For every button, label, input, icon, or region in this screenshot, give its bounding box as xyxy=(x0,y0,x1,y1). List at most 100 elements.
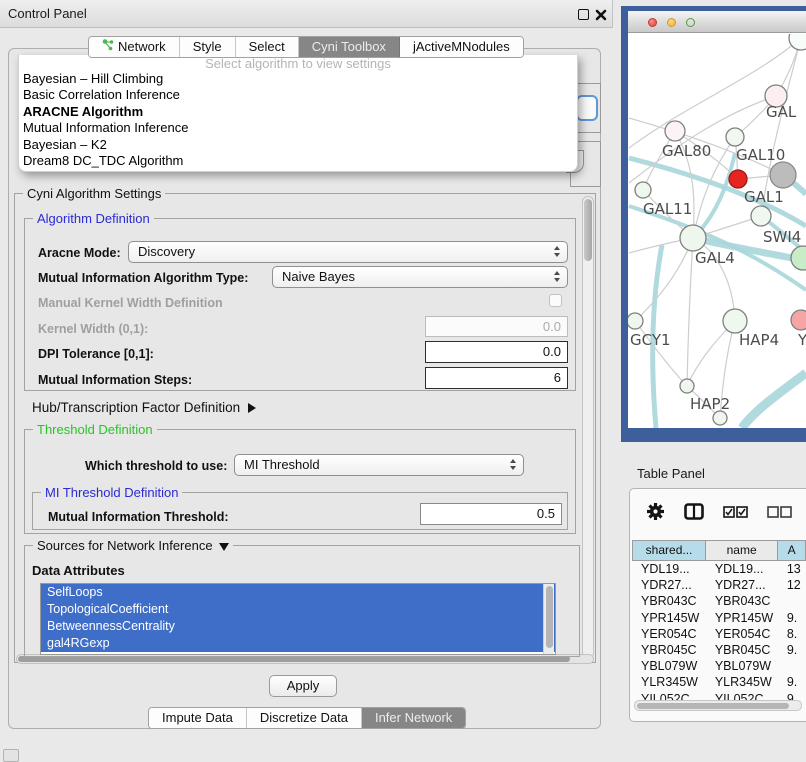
mac-close-icon[interactable] xyxy=(648,18,657,27)
sources-title[interactable]: Sources for Network Inference xyxy=(33,538,233,553)
table-row[interactable]: YBR045CYBR045C9. xyxy=(632,642,806,658)
network-canvas[interactable]: GALGAL80GAL10GAL11GAL1SWI4GAL4GCY1HAP4YH… xyxy=(628,34,806,428)
bottom-tabbar: Impute Data Discretize Data Infer Networ… xyxy=(148,707,466,729)
algorithm-option[interactable]: Bayesian – K2 xyxy=(19,137,577,153)
attribute-item[interactable]: TopologicalCoefficient xyxy=(41,601,555,618)
kernel-width-label: Kernel Width (0,1): xyxy=(38,322,148,336)
unchecked-boxes-icon[interactable] xyxy=(767,505,792,523)
tab-jactivemnodules[interactable]: jActiveMNodules xyxy=(400,37,523,57)
checked-boxes-icon[interactable] xyxy=(723,505,748,523)
scrollbar-thumb[interactable] xyxy=(584,199,592,261)
tab-cyni-toolbox[interactable]: Cyni Toolbox xyxy=(299,37,400,57)
manual-kernel-checkbox[interactable] xyxy=(549,294,562,307)
tab-discretize-data[interactable]: Discretize Data xyxy=(247,708,362,728)
hub-definition-toggle[interactable]: Hub/Transcription Factor Definition xyxy=(32,400,256,415)
scrollbar-thumb[interactable] xyxy=(546,586,553,648)
attributes-list-scrollbar[interactable] xyxy=(543,584,554,654)
manual-kernel-label: Manual Kernel Width Definition xyxy=(38,296,223,310)
table-row[interactable]: YER054CYER054C8. xyxy=(632,626,806,642)
node-label: GAL80 xyxy=(662,142,711,160)
network-node[interactable] xyxy=(635,182,651,198)
attribute-item[interactable]: SelfLoops xyxy=(41,584,555,601)
tab-infer-network[interactable]: Infer Network xyxy=(362,708,465,728)
algorithm-option[interactable]: Dream8 DC_TDC Algorithm xyxy=(19,153,577,169)
dpi-tolerance-field[interactable]: 0.0 xyxy=(425,341,568,363)
table-cell: YLR345W xyxy=(706,674,778,690)
mi-steps-label: Mutual Information Steps: xyxy=(38,373,192,387)
table-cell: YBL079W xyxy=(706,658,778,674)
table-row[interactable]: YDL19...YDL19...13 xyxy=(632,561,806,577)
tab-impute-data[interactable]: Impute Data xyxy=(149,708,247,728)
network-edge-thick[interactable] xyxy=(742,373,806,428)
network-node[interactable] xyxy=(791,246,806,270)
network-window-titlebar[interactable] xyxy=(628,11,806,33)
split-columns-icon[interactable] xyxy=(684,503,704,525)
table-cell: YBR043C xyxy=(706,593,778,609)
table-header-row: shared...nameA xyxy=(632,540,806,561)
table-row[interactable]: YBR043CYBR043C xyxy=(632,593,806,609)
network-edge-thick[interactable] xyxy=(693,153,735,238)
network-node[interactable] xyxy=(789,34,806,50)
table-cell: YER054C xyxy=(632,626,706,642)
table-cell: YDL19... xyxy=(706,561,778,577)
table-toolbar xyxy=(630,489,806,539)
apply-button[interactable]: Apply xyxy=(269,675,337,697)
mi-steps-field[interactable]: 6 xyxy=(425,367,568,389)
close-icon[interactable] xyxy=(595,8,607,26)
table-cell: YBR045C xyxy=(632,642,706,658)
network-node[interactable] xyxy=(713,411,727,425)
data-attributes-list[interactable]: SelfLoopsTopologicalCoefficientBetweenne… xyxy=(40,583,556,655)
control-panel-tabbar: Network Style Select Cyni Toolbox jActiv… xyxy=(88,36,524,58)
network-node[interactable] xyxy=(628,313,643,329)
tab-select[interactable]: Select xyxy=(236,37,299,57)
network-node[interactable] xyxy=(770,162,796,188)
table-cell: 8. xyxy=(778,626,806,642)
mi-type-combobox[interactable]: Naive Bayes xyxy=(272,266,568,288)
algorithm-option[interactable]: Bayesian – Hill Climbing xyxy=(19,71,577,87)
network-node[interactable] xyxy=(726,128,744,146)
node-label: HAP2 xyxy=(690,395,730,413)
gear-icon[interactable] xyxy=(646,502,665,526)
column-header[interactable]: name xyxy=(706,540,778,561)
table-panel: shared...nameA YDL19...YDL19...13YDR27..… xyxy=(629,488,806,722)
network-node[interactable] xyxy=(723,309,747,333)
settings-vertical-scrollbar[interactable] xyxy=(582,196,594,659)
tab-network[interactable]: Network xyxy=(89,37,180,57)
table-horizontal-scrollbar[interactable] xyxy=(634,700,802,711)
algorithm-option[interactable]: Mutual Information Inference xyxy=(19,120,577,136)
scrollbar-thumb[interactable] xyxy=(637,703,789,709)
network-view-window: GALGAL80GAL10GAL11GAL1SWI4GAL4GCY1HAP4YH… xyxy=(621,6,806,442)
column-header[interactable]: A xyxy=(778,540,806,561)
which-threshold-combobox[interactable]: MI Threshold xyxy=(234,454,524,476)
network-edge[interactable] xyxy=(635,238,693,321)
node-label: GAL10 xyxy=(736,146,785,164)
network-edge[interactable] xyxy=(687,238,693,386)
float-window-icon[interactable] xyxy=(578,9,589,20)
mac-zoom-icon[interactable] xyxy=(686,18,695,27)
mi-threshold-field[interactable]: 0.5 xyxy=(420,503,562,525)
collapsed-arrow-icon xyxy=(248,403,256,413)
network-node[interactable] xyxy=(729,170,747,188)
network-node[interactable] xyxy=(751,206,771,226)
table-body: YDL19...YDL19...13YDR27...YDR27...12YBR0… xyxy=(632,561,806,721)
table-row[interactable]: YPR145WYPR145W9. xyxy=(632,610,806,626)
attribute-item[interactable]: gal4RGexp xyxy=(41,635,555,652)
node-label: GAL xyxy=(766,103,797,121)
attribute-item[interactable]: BetweennessCentrality xyxy=(41,618,555,635)
mac-minimize-icon[interactable] xyxy=(667,18,676,27)
mi-type-label: Mutual Information Algorithm Type: xyxy=(38,271,248,285)
table-row[interactable]: YLR345WYLR345W9. xyxy=(632,674,806,690)
table-row[interactable]: YBL079WYBL079W xyxy=(632,658,806,674)
network-node[interactable] xyxy=(680,379,694,393)
network-edge[interactable] xyxy=(629,96,776,183)
table-row[interactable]: YDR27...YDR27...12 xyxy=(632,577,806,593)
network-node[interactable] xyxy=(791,310,806,330)
network-node[interactable] xyxy=(665,121,685,141)
tab-style[interactable]: Style xyxy=(180,37,236,57)
table-panel-title: Table Panel xyxy=(637,466,705,481)
algorithm-option[interactable]: Basic Correlation Inference xyxy=(19,87,577,103)
column-header[interactable]: shared... xyxy=(632,540,706,561)
network-node[interactable] xyxy=(680,225,706,251)
aracne-mode-combobox[interactable]: Discovery xyxy=(128,241,568,263)
algorithm-option[interactable]: ARACNE Algorithm xyxy=(19,104,577,120)
